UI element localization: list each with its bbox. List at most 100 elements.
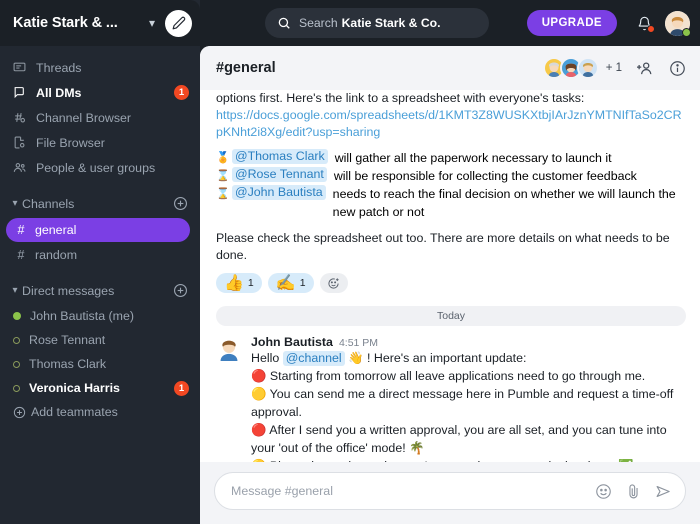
threads-icon [13, 61, 32, 74]
app-root: Katie Stark & ... ▾ Threads All DMs 1 Ch… [0, 0, 700, 524]
channel-label: general [35, 223, 77, 237]
sidebar-channel-general[interactable]: # general [6, 218, 190, 242]
page-title: #general [216, 60, 276, 76]
sidebar-item-channel-browser[interactable]: Channel Browser [0, 105, 200, 130]
date-divider: Today [216, 306, 686, 326]
task-text: will gather all the paperwork necessary … [334, 151, 612, 165]
sidebar: Katie Stark & ... ▾ Threads All DMs 1 Ch… [0, 0, 200, 524]
bullet-text: Please let me know that you've seen the … [270, 459, 634, 462]
reaction-emoji: 👍 [224, 275, 244, 292]
message-input[interactable]: Message #general [214, 472, 686, 510]
send-button[interactable] [655, 483, 672, 500]
bullet-text: You can send me a direct message here in… [251, 387, 674, 419]
channel-info-button[interactable] [669, 60, 686, 77]
task-item: 🏅 @Thomas Clark will gather all the pape… [216, 149, 686, 167]
message-greeting: Hello @channel 👋 ! Here's an important u… [251, 349, 686, 367]
unread-badge: 1 [174, 85, 189, 100]
file-browser-icon [13, 136, 32, 149]
mention-chip-channel[interactable]: @channel [282, 351, 345, 366]
chevron-down-icon[interactable]: ▾ [8, 198, 22, 209]
avatar[interactable] [216, 335, 242, 361]
emoji-button[interactable] [595, 483, 612, 500]
reaction-count: 1 [247, 277, 254, 289]
plus-circle-icon [13, 406, 26, 419]
search-scope: Katie Stark & Co. [341, 16, 441, 30]
bullet-text: After I send you a written approval, you… [251, 423, 667, 455]
member-overflow-count: + 1 [605, 62, 622, 74]
user-avatar [216, 335, 242, 361]
dm-label: John Bautista (me) [30, 309, 134, 323]
reaction-emoji: ✍ [275, 275, 296, 292]
bullet-text: Starting from tomorrow all leave applica… [269, 369, 646, 383]
message-author[interactable]: John Bautista [251, 335, 333, 349]
task-text: will be responsible for collecting the c… [333, 169, 637, 183]
message-content: John Bautista 4:51 PM Hello @channel 👋 !… [251, 335, 686, 462]
message-timestamp: 4:51 PM [338, 337, 379, 349]
status-dot-away [13, 336, 20, 344]
mention-chip[interactable]: @John Bautista [232, 185, 326, 200]
sidebar-item-file-browser[interactable]: File Browser [0, 130, 200, 155]
sidebar-dm-veronica-harris[interactable]: Veronica Harris 1 [0, 376, 200, 400]
sidebar-item-all-dms[interactable]: All DMs 1 [0, 80, 200, 105]
channels-section-header[interactable]: ▾ Channels [0, 190, 200, 217]
task-emoji: ⌛ [216, 170, 230, 182]
sidebar-item-people[interactable]: People & user groups [0, 155, 200, 180]
all-dms-icon [13, 86, 32, 99]
sidebar-dm-thomas-clark[interactable]: Thomas Clark [0, 352, 200, 376]
sidebar-item-label: People & user groups [36, 160, 156, 175]
add-person-button[interactable] [637, 60, 654, 77]
unread-badge: 1 [174, 380, 189, 396]
message-bullet: 🟡 You can send me a direct message here … [251, 385, 686, 421]
hash-icon: # [17, 223, 25, 237]
add-person-icon [637, 61, 652, 74]
notifications-button[interactable] [637, 16, 655, 33]
closing-text: Please check the spreadsheet out too. Th… [216, 231, 670, 262]
compose-button[interactable] [165, 9, 192, 37]
status-dot-away [13, 384, 20, 392]
workspace-title: Katie Stark & ... [13, 15, 118, 31]
send-icon [656, 485, 670, 497]
sidebar-channel-random[interactable]: # random [6, 243, 190, 267]
message-list[interactable]: options first. Here's the link to a spre… [200, 90, 700, 462]
status-dot-online [13, 312, 21, 320]
dm-label: Rose Tennant [29, 333, 106, 347]
attach-button[interactable] [625, 483, 642, 500]
sidebar-item-label: Threads [36, 60, 82, 75]
add-channel-button[interactable] [173, 196, 188, 211]
dm-section-header[interactable]: ▾ Direct messages [0, 277, 200, 304]
people-icon [13, 161, 32, 174]
mention-chip[interactable]: @Rose Tennant [232, 167, 327, 182]
emoji-icon [596, 483, 611, 499]
reaction-thumbsup[interactable]: 👍 1 [216, 273, 262, 293]
task-item: ⌛ @Rose Tennant will be responsible for … [216, 167, 686, 185]
mention-chip[interactable]: @Thomas Clark [232, 149, 328, 164]
add-teammates-button[interactable]: Add teammates [0, 400, 200, 424]
add-reaction-button[interactable] [319, 273, 348, 293]
dm-label: Thomas Clark [29, 357, 107, 371]
search-input[interactable]: Search Katie Stark & Co. [265, 8, 489, 38]
reaction-bar: 👍 1 ✍ 1 [216, 273, 686, 293]
member-facepile[interactable]: + 1 [542, 57, 622, 79]
chevron-down-icon[interactable]: ▾ [8, 285, 22, 296]
workspace-header[interactable]: Katie Stark & ... ▾ [0, 0, 200, 46]
sidebar-item-label: File Browser [36, 135, 105, 150]
reaction-writing[interactable]: ✍ 1 [267, 273, 314, 293]
task-emoji: ⌛ [216, 188, 230, 200]
main-area: Search Katie Stark & Co. UPGRADE #genera… [200, 0, 700, 524]
spreadsheet-link[interactable]: https://docs.google.com/spreadsheets/d/1… [216, 107, 686, 141]
avatar[interactable] [665, 10, 691, 37]
paperclip-icon [629, 483, 638, 498]
sidebar-dm-rose-tennant[interactable]: Rose Tennant [0, 328, 200, 352]
channel-browser-icon [13, 111, 32, 124]
add-dm-button[interactable] [173, 283, 188, 298]
message-text: options first. Here's the link to a spre… [216, 91, 585, 105]
sidebar-dm-john-bautista[interactable]: John Bautista (me) [0, 304, 200, 328]
chevron-down-icon[interactable]: ▾ [142, 16, 162, 30]
add-reaction-icon [328, 277, 339, 289]
sidebar-item-threads[interactable]: Threads [0, 55, 200, 80]
upgrade-button[interactable]: UPGRADE [526, 10, 617, 36]
greeting-post: 👋 ! Here's an important update: [348, 351, 527, 365]
channels-section-title: Channels [22, 196, 75, 211]
bullet-marker: 🔴 [251, 369, 267, 383]
channel-label: random [35, 248, 78, 262]
